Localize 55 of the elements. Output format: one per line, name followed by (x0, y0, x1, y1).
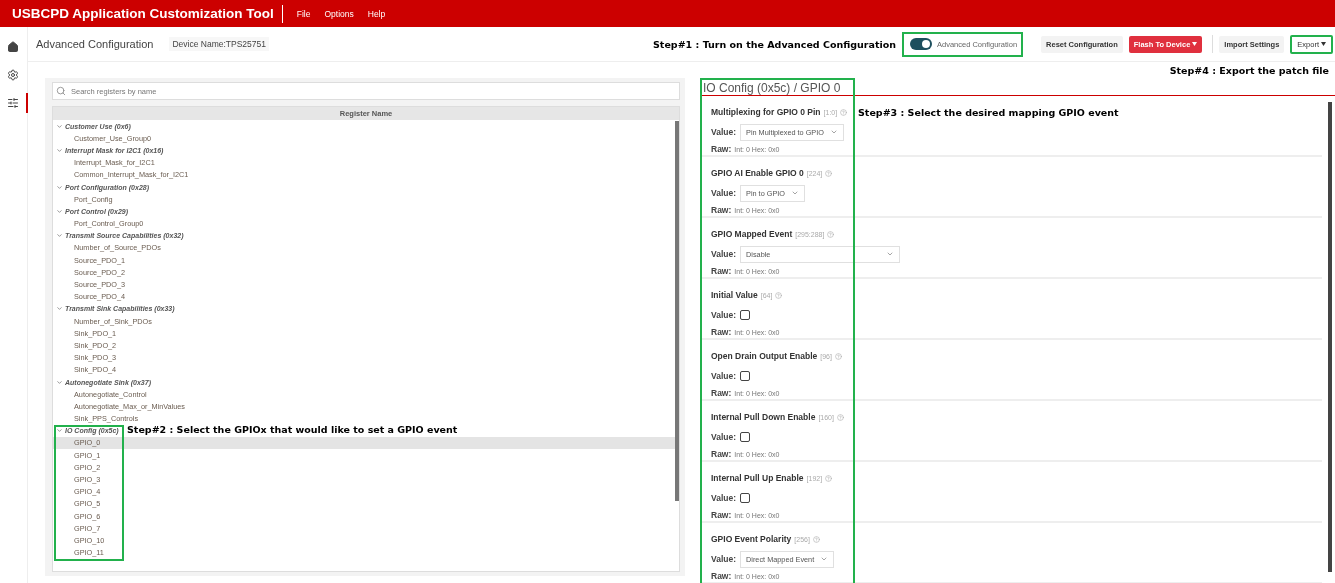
field-title: GPIO AI Enable GPIO 0 (711, 168, 804, 178)
raw-label: Raw: (711, 144, 732, 154)
search-icon (56, 86, 66, 96)
help-icon[interactable] (840, 108, 848, 116)
value-checkbox[interactable] (740, 432, 751, 442)
field-title: GPIO Event Polarity (711, 534, 792, 544)
field-title: Internal Pull Down Enable (711, 412, 816, 422)
help-icon[interactable] (825, 169, 833, 177)
step-note: Step#2 : Select the GPIOx that would like to set a GPIO event (127, 423, 458, 435)
field-title: Internal Pull Up Enable (711, 473, 804, 483)
step-note: Step#4 : Export the patch file (1169, 64, 1329, 76)
value-label: Value: (711, 554, 737, 564)
step-note: Step#3 : Select the desired mapping GPIO event (858, 107, 1119, 118)
app-title: USBCPD Application Customization Tool (12, 4, 283, 23)
home-icon (6, 41, 19, 53)
help-icon[interactable] (812, 535, 820, 543)
chevron-icon (791, 189, 799, 197)
detail-title: IO Config (0x5c) / GPIO 0 (700, 78, 1335, 96)
value-label: Value: (711, 127, 737, 137)
value-checkbox[interactable] (740, 371, 751, 381)
value-label: Value: (711, 493, 737, 503)
help-icon[interactable] (836, 413, 844, 421)
raw-label: Raw: (711, 327, 732, 337)
raw-label: Raw: (711, 449, 732, 459)
raw-label: Raw: (711, 510, 732, 520)
value-checkbox[interactable] (740, 310, 751, 320)
chevron-icon (886, 250, 895, 258)
chevron-icon (829, 128, 838, 136)
help-icon[interactable] (775, 291, 783, 299)
value-label: Value: (711, 310, 737, 320)
help-icon[interactable] (834, 352, 842, 360)
help-icon[interactable] (825, 474, 833, 482)
menu-item[interactable]: File (296, 8, 311, 19)
value-label: Value: (711, 432, 737, 442)
raw-label: Raw: (711, 388, 732, 398)
menu-item[interactable]: Help (367, 8, 386, 19)
field-title: Open Drain Output Enable (711, 351, 818, 361)
device-name: Device Name:TPS25751 (169, 37, 269, 51)
value-checkbox[interactable] (740, 493, 751, 503)
raw-label: Raw: (711, 266, 732, 276)
field-title: Initial Value (711, 290, 758, 300)
value-label: Value: (711, 371, 737, 381)
chevron-icon (820, 555, 829, 563)
field-title: Multiplexing for GPIO 0 Pin (711, 107, 821, 117)
step-note: Step#1 : Turn on the Advanced Configuration (653, 38, 896, 50)
page-title: Advanced Configuration (36, 38, 154, 50)
value-label: Value: (711, 249, 737, 259)
settings-icon (6, 69, 19, 81)
help-icon[interactable] (827, 230, 835, 238)
sliders-icon (6, 97, 19, 109)
menu-item[interactable]: Options (324, 8, 354, 19)
raw-label: Raw: (711, 205, 732, 215)
raw-label: Raw: (711, 571, 732, 581)
field-title: GPIO Mapped Event (711, 229, 793, 239)
value-label: Value: (711, 188, 737, 198)
